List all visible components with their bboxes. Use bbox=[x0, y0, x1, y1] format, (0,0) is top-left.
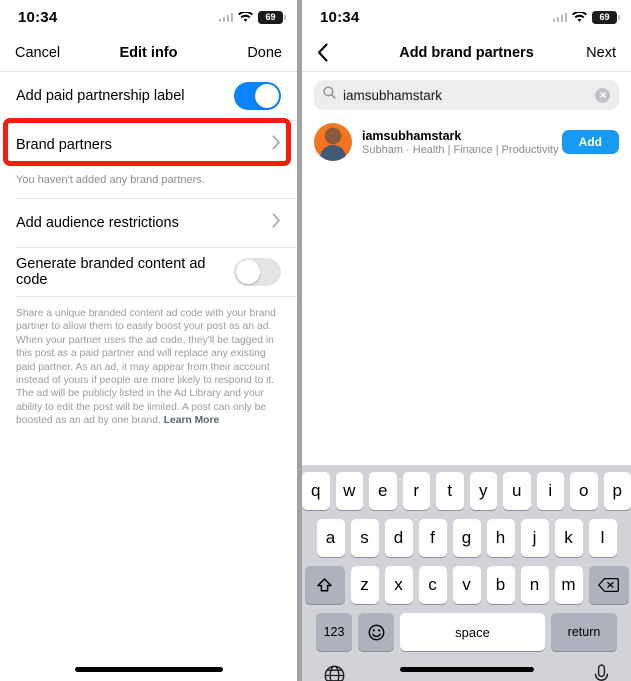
result-meta: iamsubhamstark Subham · Health | Finance… bbox=[362, 128, 559, 156]
keyboard-row-3: z x c v b n m bbox=[302, 566, 631, 604]
search-icon bbox=[323, 86, 336, 104]
key-y[interactable]: y bbox=[469, 472, 497, 510]
search-section: iamsubhamstark bbox=[302, 72, 631, 116]
legal-body: Share a unique branded content ad code w… bbox=[16, 308, 276, 427]
key-j[interactable]: j bbox=[520, 519, 549, 557]
right-phone-screen: 10:34 69 Add brand partners Next i a m s u bh… bbox=[302, 0, 631, 681]
emoji-key[interactable] bbox=[358, 613, 394, 651]
key-e[interactable]: e bbox=[369, 472, 397, 510]
cellular-signal-icon bbox=[552, 12, 567, 22]
search-bar[interactable]: iamsubhamstark bbox=[314, 80, 619, 110]
key-p[interactable]: p bbox=[603, 472, 631, 510]
key-k[interactable]: k bbox=[554, 519, 583, 557]
battery-indicator: 69 bbox=[592, 10, 620, 24]
next-button[interactable]: Next bbox=[586, 45, 616, 61]
numeric-key[interactable]: 123 bbox=[316, 613, 352, 651]
key-o[interactable]: o bbox=[570, 472, 598, 510]
key-d[interactable]: d bbox=[384, 519, 413, 557]
key-s[interactable]: s bbox=[350, 519, 379, 557]
row-paid-partnership-label[interactable]: Add paid partnership label bbox=[0, 72, 297, 120]
key-i[interactable]: i bbox=[536, 472, 564, 510]
result-username: iamsubhamstark bbox=[362, 128, 462, 143]
status-time: 10:34 bbox=[320, 8, 360, 26]
chevron-right-icon bbox=[272, 213, 281, 233]
key-g[interactable]: g bbox=[452, 519, 481, 557]
branded-ad-code-toggle[interactable] bbox=[234, 258, 281, 286]
key-l[interactable]: l bbox=[588, 519, 617, 557]
brand-partners-helper-text: You haven't added any brand partners. bbox=[0, 169, 297, 198]
keyboard-row-2: a s d f g h j k l bbox=[302, 519, 631, 557]
wifi-icon bbox=[572, 11, 587, 23]
row-brand-partners[interactable]: Brand partners bbox=[0, 121, 297, 169]
keyboard-row-4: 123 space return bbox=[302, 613, 631, 651]
emoji-icon bbox=[368, 624, 384, 640]
key-m[interactable]: m bbox=[554, 566, 583, 604]
key-r[interactable]: r bbox=[402, 472, 430, 510]
chevron-right-icon bbox=[272, 135, 281, 155]
key-c[interactable]: c bbox=[418, 566, 447, 604]
done-button[interactable]: Done bbox=[247, 45, 282, 61]
backspace-icon bbox=[598, 577, 619, 593]
row-label: Add paid partnership label bbox=[16, 88, 185, 104]
key-z[interactable]: z bbox=[350, 566, 379, 604]
branded-content-legal-text: Share a unique branded content ad code w… bbox=[0, 297, 297, 428]
search-input[interactable]: iamsubhamstark bbox=[343, 88, 588, 103]
key-t[interactable]: t bbox=[436, 472, 464, 510]
key-q[interactable]: q bbox=[302, 472, 330, 510]
key-n[interactable]: n bbox=[520, 566, 549, 604]
globe-icon[interactable] bbox=[324, 665, 345, 681]
cellular-signal-icon bbox=[218, 12, 233, 22]
paid-partnership-toggle[interactable] bbox=[234, 82, 281, 110]
battery-indicator: 69 bbox=[258, 10, 286, 24]
avatar bbox=[314, 123, 352, 161]
on-screen-keyboard[interactable]: q w e r t y u i o p a s d f g h j k l z … bbox=[302, 465, 631, 681]
key-f[interactable]: f bbox=[418, 519, 447, 557]
row-label: Generate branded content ad code bbox=[16, 256, 206, 288]
key-h[interactable]: h bbox=[486, 519, 515, 557]
search-result-row[interactable]: iamsubhamstark Subham · Health | Finance… bbox=[302, 116, 631, 168]
status-bar-right: 10:34 69 bbox=[302, 0, 631, 34]
cancel-button[interactable]: Cancel bbox=[15, 45, 60, 61]
add-button[interactable]: Add bbox=[561, 130, 619, 154]
status-bar-left: 10:34 69 bbox=[0, 0, 297, 34]
row-branded-content-ad-code[interactable]: Generate branded content ad code bbox=[0, 248, 297, 296]
wifi-icon bbox=[238, 11, 253, 23]
nav-bar-right: Add brand partners Next bbox=[302, 34, 631, 72]
shift-key[interactable] bbox=[304, 566, 345, 604]
row-audience-restrictions[interactable]: Add audience restrictions bbox=[0, 199, 297, 247]
key-x[interactable]: x bbox=[384, 566, 413, 604]
key-w[interactable]: w bbox=[335, 472, 363, 510]
home-indicator bbox=[399, 667, 534, 672]
row-label: Brand partners bbox=[16, 137, 112, 153]
key-v[interactable]: v bbox=[452, 566, 481, 604]
key-b[interactable]: b bbox=[486, 566, 515, 604]
clear-search-icon[interactable] bbox=[595, 87, 610, 103]
microphone-icon[interactable] bbox=[594, 664, 609, 681]
chevron-left-icon bbox=[317, 43, 328, 62]
space-key[interactable]: space bbox=[400, 613, 545, 651]
return-key[interactable]: return bbox=[551, 613, 617, 651]
learn-more-link[interactable]: Learn More bbox=[164, 415, 220, 426]
keyboard-row-1: q w e r t y u i o p bbox=[302, 472, 631, 510]
home-indicator bbox=[74, 667, 223, 672]
key-a[interactable]: a bbox=[316, 519, 345, 557]
result-subtitle: Subham · Health | Finance | Productivity bbox=[362, 143, 559, 156]
key-u[interactable]: u bbox=[503, 472, 531, 510]
row-label: Add audience restrictions bbox=[16, 215, 179, 231]
comparison-screenshot: 10:34 69 Cancel Edit info Done Add paid … bbox=[0, 0, 631, 681]
page-title: Add brand partners bbox=[399, 44, 534, 61]
shift-arrow-icon bbox=[317, 577, 332, 591]
backspace-key[interactable] bbox=[588, 566, 629, 604]
status-indicators: 69 bbox=[552, 10, 620, 24]
status-indicators: 69 bbox=[218, 10, 286, 24]
left-phone-screen: 10:34 69 Cancel Edit info Done Add paid … bbox=[0, 0, 297, 681]
nav-bar-left: Cancel Edit info Done bbox=[0, 34, 297, 72]
status-time: 10:34 bbox=[18, 8, 58, 26]
back-button[interactable] bbox=[317, 43, 328, 62]
